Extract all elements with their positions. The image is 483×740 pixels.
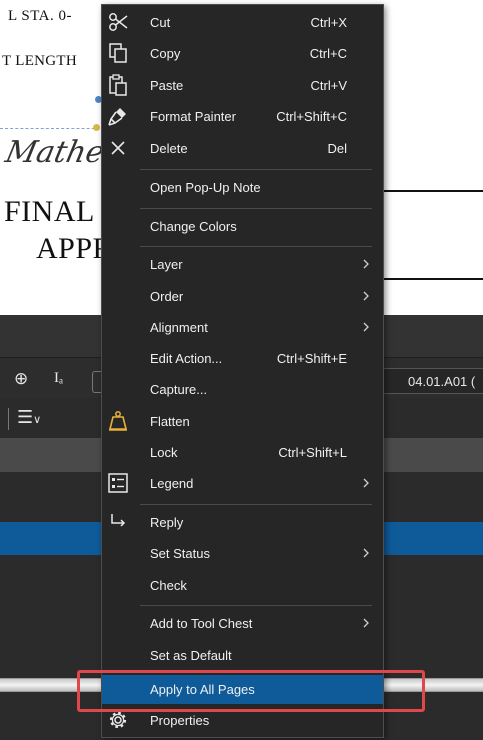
menu-label: Set as Default (150, 648, 232, 663)
menu-label: Alignment (150, 320, 208, 335)
menu-item-check[interactable]: Check (102, 570, 383, 600)
menu-label: Open Pop-Up Note (150, 180, 261, 195)
menu-item-layer[interactable]: Layer (102, 249, 383, 279)
menu-label: Properties (150, 713, 210, 728)
menu-shortcut: Ctrl+Shift+L (278, 445, 347, 460)
station-text: L STA. 0- (8, 8, 72, 24)
menu-shortcut: Ctrl+V (310, 78, 347, 93)
menu-separator (140, 208, 372, 209)
submenu-arrow-icon (363, 548, 369, 558)
submenu-arrow-icon (363, 322, 369, 332)
menu-separator (140, 246, 372, 247)
menu-item-copy[interactable]: Copy Ctrl+C (102, 38, 383, 68)
menu-shortcut: Ctrl+Shift+E (276, 351, 347, 366)
delete-x-icon (111, 141, 125, 155)
menu-label: Reply (150, 515, 184, 530)
menu-item-set-status[interactable]: Set Status (102, 538, 383, 568)
menu-item-change-colors[interactable]: Change Colors (102, 211, 383, 241)
scissors-icon (109, 13, 128, 31)
stamp-line-1: FINAL (4, 195, 95, 228)
menu-item-alignment[interactable]: Alignment (102, 312, 383, 342)
menu-item-legend[interactable]: Legend (102, 468, 383, 498)
menu-item-edit-action[interactable]: Edit Action... Ctrl+Shift+E (102, 343, 383, 373)
menu-label: Lock (150, 445, 178, 460)
toolbar-divider (8, 408, 9, 430)
menu-shortcut: Ctrl+C (309, 46, 347, 61)
list-view-icon[interactable]: ☰︎∨ (17, 407, 41, 428)
flatten-weight-icon (108, 411, 128, 431)
copy-icon (109, 43, 127, 63)
menu-label: Set Status (150, 546, 210, 561)
legend-icon (108, 473, 128, 493)
menu-label: Format Painter (150, 109, 236, 124)
menu-label: Check (150, 578, 187, 593)
menu-item-reply[interactable]: Reply (102, 507, 383, 537)
menu-shortcut: Ctrl+Shift+C (276, 109, 347, 124)
text-select-icon[interactable]: Iₐ (54, 370, 63, 387)
paste-icon (109, 74, 127, 96)
menu-shortcut: Del (327, 141, 347, 156)
menu-separator (140, 504, 372, 505)
zoom-in-icon[interactable]: ⊕ (14, 369, 28, 389)
submenu-arrow-icon (363, 291, 369, 301)
menu-label: Capture... (150, 382, 208, 397)
menu-shortcut: Ctrl+X (310, 15, 347, 30)
menu-item-format-painter[interactable]: Format Painter Ctrl+Shift+C (102, 101, 383, 131)
menu-item-capture[interactable]: Capture... (102, 374, 383, 404)
menu-item-cut[interactable]: Cut Ctrl+X (102, 7, 383, 37)
menu-label: Layer (150, 257, 183, 272)
highlight-annotation-frame (77, 670, 425, 712)
gear-icon (109, 711, 127, 729)
menu-item-flatten[interactable]: Flatten (102, 406, 383, 436)
menu-label: Paste (150, 78, 184, 93)
markup-handle[interactable] (93, 124, 100, 131)
menu-item-delete[interactable]: Delete Del (102, 133, 383, 163)
menu-label: Flatten (150, 414, 190, 429)
menu-item-lock[interactable]: Lock Ctrl+Shift+L (102, 437, 383, 467)
submenu-arrow-icon (363, 478, 369, 488)
menu-label: Edit Action... (150, 351, 223, 366)
menu-item-add-to-tool-chest[interactable]: Add to Tool Chest (102, 608, 383, 638)
menu-item-set-as-default[interactable]: Set as Default (102, 640, 383, 670)
menu-label: Delete (150, 141, 188, 156)
length-text: T LENGTH (2, 53, 78, 69)
format-painter-icon (108, 108, 126, 126)
context-menu: Cut Ctrl+X Copy Ctrl+C Paste Ctrl+V Form… (101, 4, 384, 738)
menu-label: Legend (150, 476, 194, 491)
menu-label: Copy (150, 46, 181, 61)
menu-label: Cut (150, 15, 171, 30)
submenu-arrow-icon (363, 618, 369, 628)
menu-separator (140, 169, 372, 170)
reply-arrow-icon (111, 514, 126, 527)
stamp-box (380, 190, 483, 280)
document-tab[interactable]: 04.01.A01 ( (382, 368, 483, 394)
menu-label: Order (150, 289, 184, 304)
menu-item-open-popup-note[interactable]: Open Pop-Up Note (102, 172, 383, 202)
submenu-arrow-icon (363, 259, 369, 269)
menu-separator (140, 605, 372, 606)
menu-item-order[interactable]: Order (102, 281, 383, 311)
menu-label: Change Colors (150, 219, 237, 234)
menu-item-paste[interactable]: Paste Ctrl+V (102, 70, 383, 100)
menu-label: Add to Tool Chest (150, 616, 253, 631)
